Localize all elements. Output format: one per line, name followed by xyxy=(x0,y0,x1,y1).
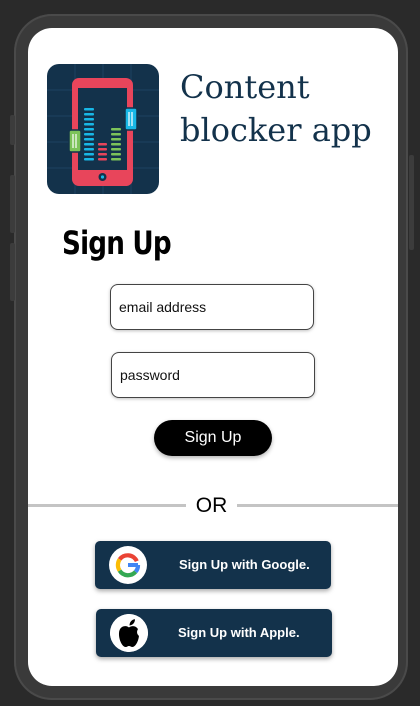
app-screen: Content blocker app Sign Up Sign Up OR S… xyxy=(28,28,398,686)
phone-side-button xyxy=(10,115,15,145)
email-input[interactable] xyxy=(110,284,314,330)
apple-signup-button[interactable]: Sign Up with Apple. xyxy=(96,609,332,657)
phone-side-button xyxy=(10,243,15,301)
phone-equalizer-icon xyxy=(47,64,159,194)
signup-button[interactable]: Sign Up xyxy=(154,420,272,456)
phone-side-button xyxy=(10,175,15,233)
google-signup-label: Sign Up with Google. xyxy=(179,557,310,572)
app-title: Content blocker app xyxy=(180,68,372,149)
or-divider-label: OR xyxy=(195,494,228,517)
signup-heading: Sign Up xyxy=(62,224,172,262)
app-logo xyxy=(47,64,159,194)
phone-side-button xyxy=(409,155,414,250)
google-icon xyxy=(109,546,147,584)
google-signup-button[interactable]: Sign Up with Google. xyxy=(95,541,331,589)
divider-line-left xyxy=(28,504,186,507)
divider-line-right xyxy=(237,504,398,507)
password-input[interactable] xyxy=(111,352,315,398)
apple-icon xyxy=(110,614,148,652)
apple-signup-label: Sign Up with Apple. xyxy=(178,625,300,640)
